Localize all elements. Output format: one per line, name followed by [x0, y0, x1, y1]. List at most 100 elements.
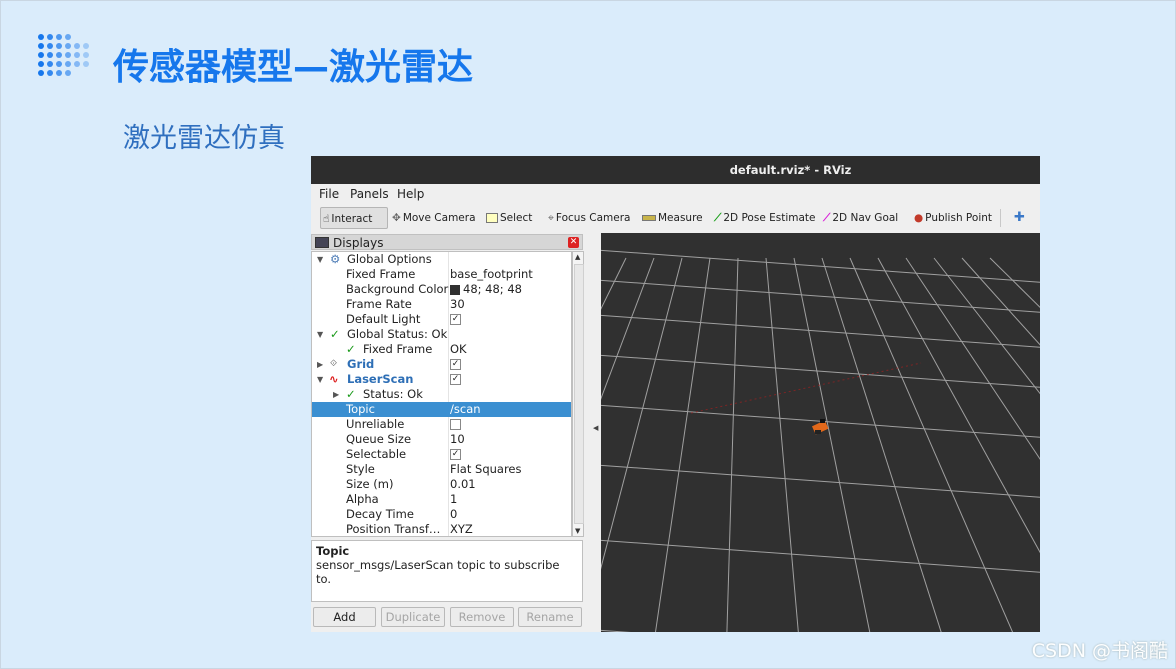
- check-icon: ✓: [330, 327, 340, 341]
- checkbox-checked[interactable]: ✓: [450, 447, 461, 462]
- tree-row-grid[interactable]: ▶ ⟐ Grid ✓: [312, 357, 571, 372]
- tree-row-topic[interactable]: Topic /scan: [312, 402, 571, 417]
- grid-line: [601, 314, 1040, 348]
- displays-header: Displays ✕: [311, 234, 583, 250]
- row-key: Style: [346, 462, 375, 476]
- dot: [47, 70, 53, 76]
- check-icon: ✓: [346, 342, 356, 356]
- checkbox-unchecked[interactable]: [450, 417, 461, 432]
- scroll-down-icon[interactable]: ▼: [575, 527, 580, 535]
- tool-move-camera-label: Move Camera: [402, 212, 476, 224]
- tool-2d-nav-goal-label: 2D Nav Goal: [832, 212, 899, 224]
- property-description: Topic sensor_msgs/LaserScan topic to sub…: [311, 540, 583, 602]
- plus-icon[interactable]: ✚: [1014, 207, 1025, 229]
- slide-subtitle: 激光雷达仿真: [123, 123, 285, 154]
- row-value[interactable]: 0.01: [450, 477, 476, 492]
- collapse-arrow-icon[interactable]: ▶: [333, 387, 339, 402]
- dot: [56, 52, 62, 58]
- menu-panels[interactable]: Panels: [350, 187, 389, 201]
- tree-row-decay-time[interactable]: Decay Time 0: [312, 507, 571, 522]
- tree-row-alpha[interactable]: Alpha 1: [312, 492, 571, 507]
- tool-publish-point[interactable]: ● Publish Point: [914, 207, 992, 229]
- dot: [74, 43, 80, 49]
- tool-measure[interactable]: Measure: [642, 207, 703, 229]
- toolbar: ☝ Interact ✥ Move Camera Select ⌖ Focus Cam…: [311, 204, 1040, 232]
- row-value[interactable]: XYZ: [450, 522, 473, 536]
- tree-row-queue-size[interactable]: Queue Size 10: [312, 432, 571, 447]
- tool-focus-camera[interactable]: ⌖ Focus Camera: [548, 207, 630, 229]
- row-value[interactable]: 1: [450, 492, 457, 507]
- expand-arrow-icon[interactable]: ▼: [317, 372, 323, 387]
- close-icon[interactable]: ✕: [568, 237, 579, 248]
- tool-interact[interactable]: ☝ Interact: [320, 207, 388, 229]
- row-value[interactable]: 0: [450, 507, 457, 522]
- collapse-arrow-icon[interactable]: ▶: [317, 357, 323, 372]
- tree-row-default-light[interactable]: Default Light ✓: [312, 312, 571, 327]
- tree-row-global-options[interactable]: ▼ ⚙ Global Options: [312, 252, 571, 267]
- dot: [56, 61, 62, 67]
- menu-file[interactable]: File: [319, 187, 339, 201]
- dot: [38, 43, 44, 49]
- row-value-container[interactable]: 48; 48; 48: [450, 282, 522, 297]
- dot: [83, 52, 89, 58]
- row-key: Unreliable: [346, 417, 405, 431]
- menu-help[interactable]: Help: [397, 187, 424, 201]
- row-value[interactable]: Flat Squares: [450, 462, 522, 477]
- scroll-up-icon[interactable]: ▲: [575, 253, 580, 261]
- laserscan-icon: ∿: [329, 372, 339, 386]
- grid-line: [765, 257, 799, 632]
- add-button[interactable]: Add: [313, 607, 376, 627]
- duplicate-button[interactable]: Duplicate: [381, 607, 445, 627]
- grid-line: [877, 257, 1040, 554]
- row-value[interactable]: /scan: [450, 402, 481, 417]
- row-value[interactable]: base_footprint: [450, 267, 533, 282]
- tree-row-unreliable[interactable]: Unreliable: [312, 417, 571, 432]
- row-key: Global Status: Ok: [347, 327, 448, 341]
- tool-select[interactable]: Select: [486, 207, 532, 229]
- scrollbar-thumb[interactable]: [574, 264, 584, 524]
- row-value: 48; 48; 48: [463, 282, 522, 296]
- tree-row-background-color[interactable]: Background Color 48; 48; 48: [312, 282, 571, 297]
- grid-line: [601, 257, 683, 570]
- tree-row-frame-rate[interactable]: Frame Rate 30: [312, 297, 571, 312]
- expand-arrow-icon[interactable]: ▼: [317, 252, 323, 267]
- tree-row-selectable[interactable]: Selectable ✓: [312, 447, 571, 462]
- displays-title: Displays: [333, 236, 384, 250]
- tree-row-status-ok[interactable]: ▶ ✓ Status: Ok: [312, 387, 571, 402]
- panel-splitter[interactable]: ◀: [591, 232, 601, 632]
- slide-title: 传感器模型—激光雷达: [113, 47, 474, 88]
- magenta-arrow-icon: ⟋: [823, 212, 831, 224]
- tree-row-fixed-frame[interactable]: Fixed Frame base_footprint: [312, 267, 571, 282]
- row-key: Topic: [346, 402, 375, 416]
- grid-line: [793, 257, 871, 632]
- checkbox-checked[interactable]: ✓: [450, 357, 461, 372]
- remove-button[interactable]: Remove: [450, 607, 514, 627]
- dot: [65, 43, 71, 49]
- tree-row-position-transformer[interactable]: Position Transf… XYZ: [312, 522, 571, 536]
- tree-row-size[interactable]: Size (m) 0.01: [312, 477, 571, 492]
- grid-line: [933, 257, 1040, 395]
- displays-scrollbar[interactable]: ▲ ▼: [572, 251, 584, 537]
- tool-2d-pose-estimate[interactable]: ⟋ 2D Pose Estimate: [714, 207, 816, 229]
- rename-button[interactable]: Rename: [518, 607, 582, 627]
- dot: [74, 61, 80, 67]
- grid-line: [601, 257, 655, 400]
- checkbox-checked[interactable]: ✓: [450, 312, 461, 327]
- grid-line: [989, 257, 1040, 308]
- grid-line: [601, 249, 1040, 283]
- tree-row-fixed-frame-status[interactable]: ✓ Fixed Frame OK: [312, 342, 571, 357]
- tree-row-global-status[interactable]: ▼ ✓ Global Status: Ok: [312, 327, 571, 342]
- row-key: Size (m): [346, 477, 394, 491]
- row-value[interactable]: 10: [450, 432, 465, 447]
- tree-row-laserscan[interactable]: ▼ ∿ LaserScan ✓: [312, 372, 571, 387]
- dot: [56, 70, 62, 76]
- collapse-left-icon[interactable]: ◀: [593, 424, 598, 432]
- tree-row-style[interactable]: Style Flat Squares: [312, 462, 571, 477]
- 3d-viewport[interactable]: [601, 233, 1040, 632]
- expand-arrow-icon[interactable]: ▼: [317, 327, 323, 342]
- tool-2d-nav-goal[interactable]: ⟋ 2D Nav Goal: [823, 207, 898, 229]
- checkbox-checked[interactable]: ✓: [450, 372, 461, 387]
- row-value[interactable]: 30: [450, 297, 465, 312]
- dot: [47, 61, 53, 67]
- tool-move-camera[interactable]: ✥ Move Camera: [392, 207, 476, 229]
